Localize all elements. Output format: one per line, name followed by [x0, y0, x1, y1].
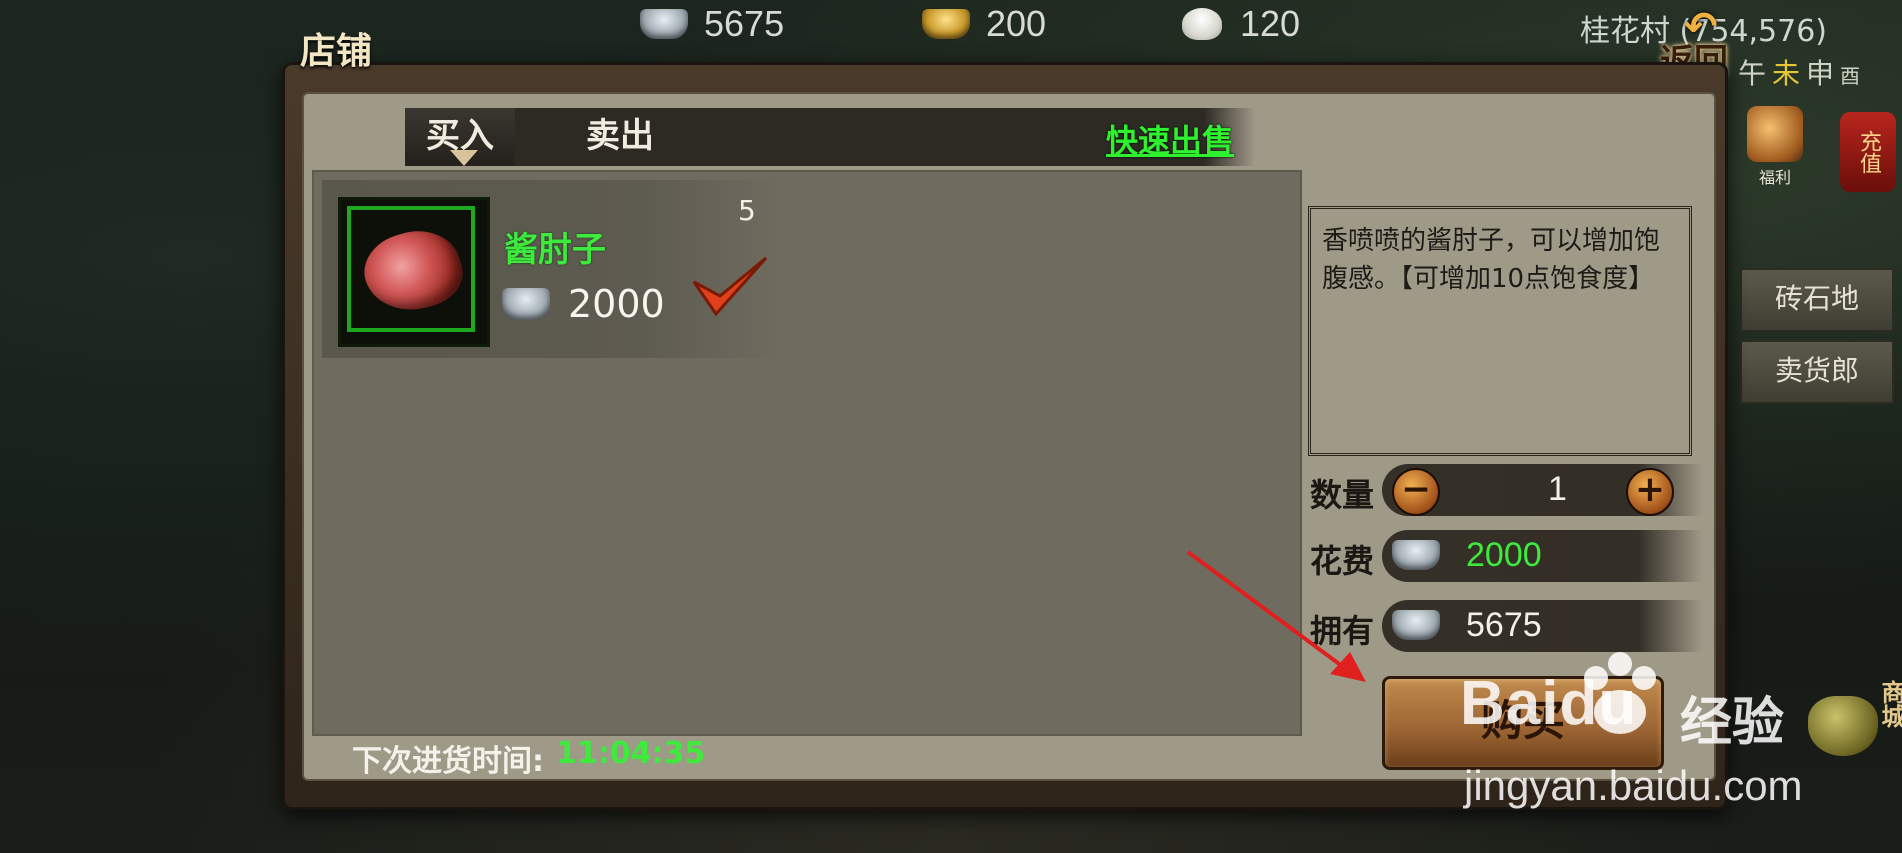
tab-sell[interactable]: 卖出 — [565, 108, 675, 166]
time-slot: 午 — [1738, 57, 1767, 90]
time-slot: 申 — [1806, 57, 1835, 90]
bun-currency: 120 — [1182, 3, 1301, 44]
owned-bar: 5675 — [1382, 600, 1702, 652]
active-tab-marker — [450, 150, 478, 166]
time-slot-active: 未 — [1772, 57, 1801, 90]
resource-bar: 5675 200 120 桂花村 (754,576) — [0, 0, 1902, 50]
silver-ingot-icon — [1392, 610, 1440, 640]
owned-value: 5675 — [1466, 606, 1542, 644]
silver-amount: 5675 — [704, 3, 785, 44]
time-of-day: 午 未 申 酉 — [1738, 52, 1860, 92]
time-slot: 酉 — [1840, 64, 1861, 88]
quantity-label: 数量 — [1310, 476, 1375, 514]
plus-button[interactable]: + — [1626, 468, 1674, 516]
item-stock-count: 5 — [738, 194, 756, 227]
silver-ingot-icon — [502, 288, 550, 320]
lantern-icon — [1747, 106, 1803, 162]
quantity-value: 1 — [1548, 470, 1567, 508]
watermark-cn: 经验 — [1680, 693, 1785, 753]
quantity-row: 数量 − 1 + — [1310, 464, 1710, 516]
checkmark-icon — [692, 256, 768, 317]
cost-bar: 2000 — [1382, 530, 1702, 582]
silver-ingot-icon — [1392, 540, 1440, 570]
mall-label: 商城 — [1877, 680, 1902, 728]
shop-title: 店铺 — [300, 30, 373, 72]
silver-currency: 5675 — [640, 3, 785, 44]
restock-label: 下次进货时间: — [352, 744, 544, 779]
item-icon-frame[interactable] — [338, 197, 490, 347]
paw-icon — [1584, 652, 1656, 734]
silver-ingot-icon — [640, 9, 688, 39]
quantity-stepper: − 1 + — [1382, 464, 1702, 516]
recharge-button[interactable]: 充值 — [1840, 112, 1896, 192]
item-price: 2000 — [502, 282, 665, 326]
gold-amount: 200 — [986, 3, 1047, 44]
item-price-value: 2000 — [568, 282, 665, 326]
cost-value: 2000 — [1466, 536, 1542, 574]
quick-sell-link[interactable]: 快速出售 — [1106, 116, 1234, 162]
minus-button[interactable]: − — [1392, 468, 1440, 516]
gold-currency: 200 — [922, 3, 1047, 44]
restock-info: 下次进货时间: 11:04:35 — [352, 736, 705, 780]
item-description: 香喷喷的酱肘子，可以增加饱腹感。【可增加10点饱食度】 — [1322, 226, 1661, 294]
annotation-arrow — [1186, 550, 1366, 682]
menu-brick-ground[interactable]: 砖石地 — [1740, 268, 1894, 332]
welfare-label: 福利 — [1758, 168, 1791, 187]
menu-peddler[interactable]: 卖货郎 — [1740, 340, 1894, 404]
bun-amount: 120 — [1240, 3, 1301, 44]
gold-ingot-icon — [922, 9, 970, 39]
baidu-watermark: Baidu 经验 jingyan.baidu.com — [1460, 650, 1820, 830]
welfare-button[interactable]: 福利 — [1740, 106, 1810, 188]
restock-time: 11:04:35 — [556, 736, 706, 771]
watermark-url: jingyan.baidu.com — [1464, 762, 1803, 809]
item-name: 酱肘子 — [504, 230, 606, 270]
bun-icon — [1182, 8, 1222, 40]
mall-button[interactable]: 商城 — [1808, 680, 1902, 780]
